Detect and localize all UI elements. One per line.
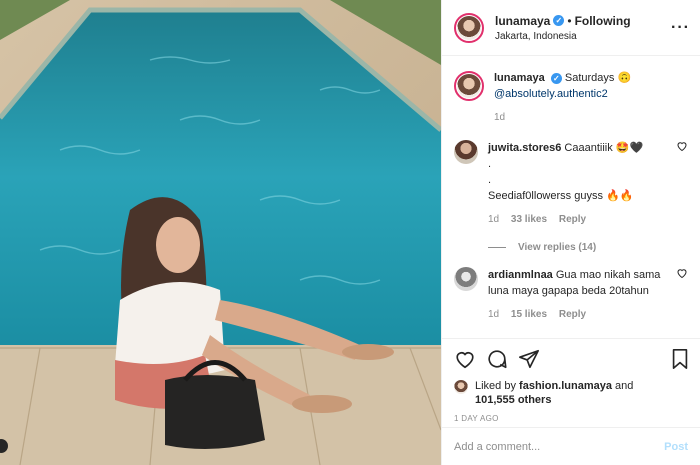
verified-badge-icon: ✓ <box>553 15 565 26</box>
author-info: lunamaya ✓ • Following Jakarta, Indonesi… <box>495 14 671 42</box>
more-options-icon[interactable]: ··· <box>671 19 690 37</box>
liker-avatar[interactable] <box>454 379 468 394</box>
post-timestamp[interactable]: 1 DAY AGO <box>454 414 690 423</box>
post-header: lunamaya ✓ • Following Jakarta, Indonesi… <box>442 0 700 56</box>
replies-divider <box>488 247 506 248</box>
view-replies-button[interactable]: View replies (14) <box>488 242 688 253</box>
reply-button[interactable]: Reply <box>559 309 586 320</box>
bookmark-icon[interactable] <box>670 348 690 370</box>
separator-dot: • <box>567 13 572 28</box>
follow-status-button[interactable]: Following <box>575 14 631 28</box>
verified-badge-icon: ✓ <box>550 73 562 84</box>
caption: lunamaya ✓ Saturdays 🙃 @absolutely.authe… <box>454 70 688 126</box>
view-replies-label: View replies (14) <box>518 242 597 253</box>
liked-by-line: Liked by fashion.lunamaya and <box>454 379 690 394</box>
commenter-username[interactable]: ardianmlnaa <box>488 269 553 281</box>
comment-item: juwita.stores6 Caaantiiik 🤩🖤 . . Seediaf… <box>454 140 688 228</box>
caption-text: Saturdays 🙃 <box>564 72 632 84</box>
author-username[interactable]: lunamaya <box>495 14 550 28</box>
post-location[interactable]: Jakarta, Indonesia <box>495 31 671 42</box>
comment-like-heart-icon[interactable] <box>676 140 688 155</box>
caption-age[interactable]: 1d <box>494 112 505 123</box>
comment-age[interactable]: 1d <box>488 309 499 320</box>
reply-button[interactable]: Reply <box>559 214 586 225</box>
add-comment-input[interactable] <box>454 440 665 453</box>
comment-age[interactable]: 1d <box>488 214 499 225</box>
comment-text-line: . <box>488 174 492 186</box>
comment-item: ardianmlnaa Gua mao nikah sama luna maya… <box>454 267 688 323</box>
post-side-panel: lunamaya ✓ • Following Jakarta, Indonesi… <box>441 0 700 465</box>
comment-text-line: Seediaf0llowerss guyss 🔥🔥 <box>488 190 634 202</box>
caption-avatar[interactable] <box>454 71 484 101</box>
comment-text-line: . <box>488 158 492 170</box>
liked-and: and <box>615 380 634 392</box>
caption-mention[interactable]: @absolutely.authentic2 <box>494 86 688 102</box>
comment-likes[interactable]: 15 likes <box>511 309 547 320</box>
liked-user[interactable]: fashion.lunamaya <box>519 380 612 392</box>
commenter-avatar[interactable] <box>454 140 478 164</box>
author-avatar[interactable] <box>454 12 484 43</box>
comment-like-heart-icon[interactable] <box>676 267 688 282</box>
photo-illustration <box>0 0 441 465</box>
comments-list: lunamaya ✓ Saturdays 🙃 @absolutely.authe… <box>442 56 700 338</box>
comment-likes[interactable]: 33 likes <box>511 214 547 225</box>
post-actions: Liked by fashion.lunamaya and 101,555 ot… <box>442 338 700 423</box>
caption-username[interactable]: lunamaya <box>494 72 545 84</box>
commenter-avatar[interactable] <box>454 267 478 291</box>
instagram-post-view: lunamaya ✓ • Following Jakarta, Indonesi… <box>0 0 700 465</box>
likes-count[interactable]: 101,555 others <box>475 394 690 406</box>
post-photo[interactable] <box>0 0 441 465</box>
share-paper-plane-icon[interactable] <box>518 348 540 370</box>
action-icons <box>454 347 690 371</box>
comment-bubble-icon[interactable] <box>486 348 508 370</box>
liked-prefix: Liked by <box>475 380 516 392</box>
comment-text: Caaantiiik 🤩🖤 <box>564 142 644 154</box>
add-comment-bar: Post <box>442 427 700 465</box>
like-heart-icon[interactable] <box>454 348 476 370</box>
post-comment-button[interactable]: Post <box>664 441 688 453</box>
commenter-username[interactable]: juwita.stores6 <box>488 142 561 154</box>
